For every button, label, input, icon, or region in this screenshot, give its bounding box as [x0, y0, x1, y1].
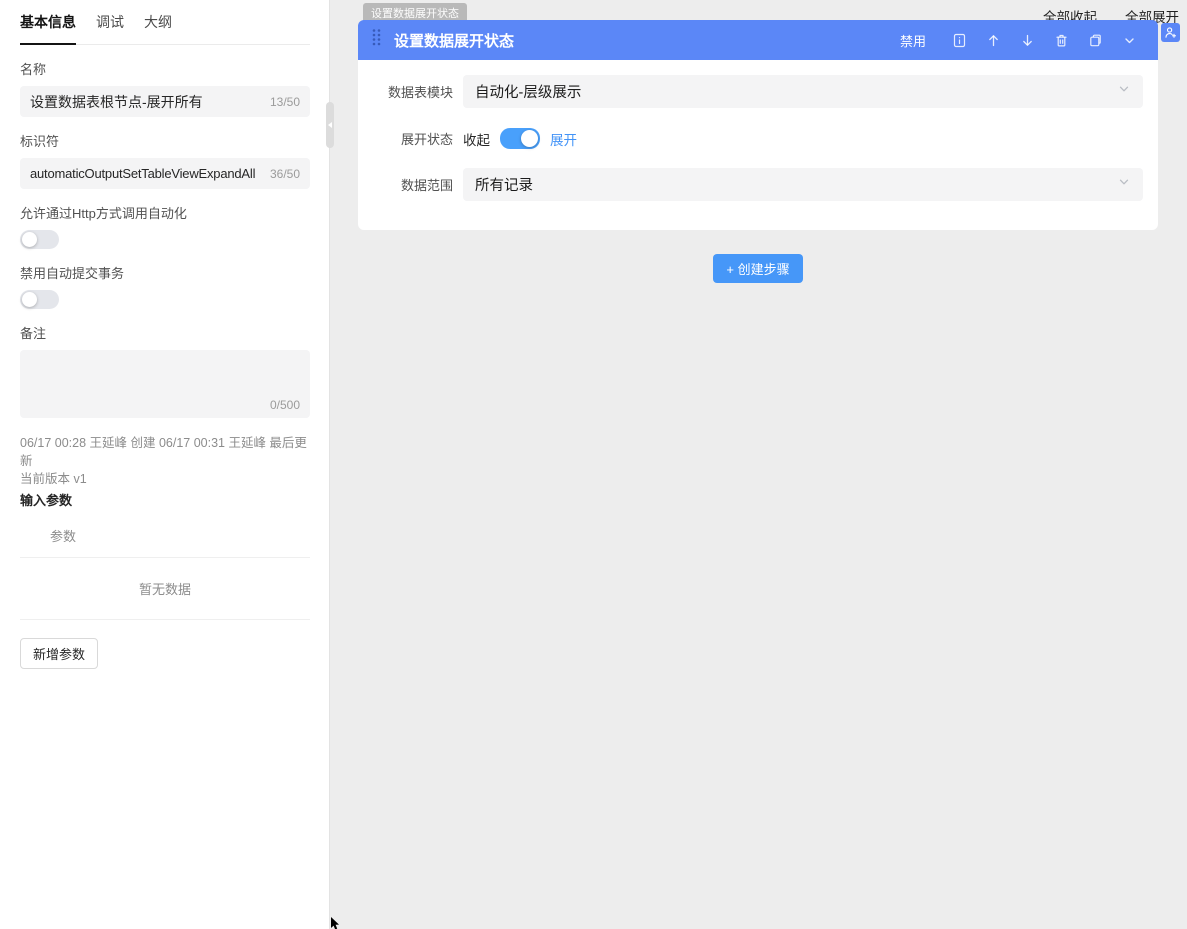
arrow-down-icon[interactable]: [1010, 33, 1044, 48]
drag-handle-icon[interactable]: [372, 28, 381, 52]
audit-meta-line2: 当前版本 v1: [20, 470, 310, 488]
form-row-data-scope: 数据范围 所有记录: [378, 149, 1143, 201]
add-param-button[interactable]: 新增参数: [20, 638, 98, 669]
name-label: 名称: [20, 59, 310, 78]
file-info-icon[interactable]: [942, 33, 976, 48]
create-step-wrap: + 创建步骤: [358, 254, 1158, 283]
expand-state-control: 收起 展开: [463, 128, 577, 149]
remark-counter: 0/500: [270, 398, 300, 412]
table-module-select[interactable]: 自动化-层级展示: [463, 75, 1143, 108]
arrow-up-icon[interactable]: [976, 33, 1010, 48]
toggle-off-text: 收起: [463, 129, 490, 149]
expand-state-toggle[interactable]: [500, 128, 540, 149]
toggle-knob: [521, 130, 538, 147]
form-row-expand-state: 展开状态 收起 展开: [378, 108, 1143, 149]
autocommit-toggle[interactable]: [20, 290, 59, 309]
collapse-arrow-icon: [328, 122, 332, 128]
name-input-value: 设置数据表根节点-展开所有: [30, 92, 266, 112]
remark-textarea[interactable]: 0/500: [20, 350, 310, 418]
step-card-header[interactable]: 设置数据展开状态 禁用: [358, 20, 1158, 60]
trash-icon[interactable]: [1044, 33, 1078, 48]
step-card-actions: 禁用: [900, 31, 1146, 50]
input-params-title: 输入参数: [20, 490, 310, 509]
tab-basic-info[interactable]: 基本信息: [20, 12, 76, 45]
autocommit-toggle-label: 禁用自动提交事务: [20, 263, 310, 282]
name-counter: 13/50: [270, 95, 300, 109]
tab-outline[interactable]: 大纲: [144, 12, 172, 44]
copy-icon[interactable]: [1078, 33, 1112, 48]
chevron-down-icon: [1117, 175, 1131, 194]
sidebar-tabs: 基本信息 调试 大纲: [20, 0, 310, 45]
params-empty-state: 暂无数据: [20, 558, 310, 620]
tab-debug[interactable]: 调试: [96, 12, 124, 44]
toggle-knob: [22, 292, 37, 307]
data-scope-label: 数据范围: [378, 175, 453, 194]
table-module-label: 数据表模块: [378, 82, 453, 101]
create-step-button[interactable]: + 创建步骤: [713, 254, 802, 283]
params-column-header: 参数: [20, 509, 310, 558]
data-scope-value: 所有记录: [475, 174, 1117, 195]
sidebar-collapse-handle[interactable]: [326, 102, 334, 148]
http-toggle[interactable]: [20, 230, 59, 249]
collaborator-add-button[interactable]: [1161, 23, 1180, 42]
step-card-body: 数据表模块 自动化-层级展示 展开状态 收起 展开: [358, 60, 1158, 230]
toggle-knob: [22, 232, 37, 247]
expand-state-label: 展开状态: [378, 129, 453, 148]
step-card: 设置数据展开状态 禁用: [358, 20, 1158, 230]
audit-meta: 06/17 00:28 王延峰 创建 06/17 00:31 王延峰 最后更新 …: [20, 434, 310, 488]
automation-canvas: 设置数据展开状态 全部收起 全部展开 设置数据展开状态 禁用: [330, 0, 1187, 929]
person-plus-icon: [1164, 26, 1177, 39]
name-input[interactable]: 设置数据表根节点-展开所有 13/50: [20, 86, 310, 117]
remark-label: 备注: [20, 323, 310, 342]
audit-meta-line1: 06/17 00:28 王延峰 创建 06/17 00:31 王延峰 最后更新: [20, 434, 310, 470]
mouse-cursor: [330, 917, 342, 929]
chevron-down-icon: [1117, 82, 1131, 101]
identifier-input-value: automaticOutputSetTableViewExpandAll: [30, 166, 266, 181]
properties-sidebar: 基本信息 调试 大纲 名称 设置数据表根节点-展开所有 13/50 标识符 au…: [0, 0, 330, 929]
table-module-value: 自动化-层级展示: [475, 81, 1117, 102]
identifier-label: 标识符: [20, 131, 310, 150]
http-toggle-label: 允许通过Http方式调用自动化: [20, 203, 310, 222]
toggle-on-text: 展开: [550, 129, 577, 149]
identifier-input[interactable]: automaticOutputSetTableViewExpandAll 36/…: [20, 158, 310, 189]
chevron-down-icon[interactable]: [1112, 34, 1146, 47]
step-card-title: 设置数据展开状态: [394, 30, 514, 51]
identifier-counter: 36/50: [270, 167, 300, 181]
form-row-table-module: 数据表模块 自动化-层级展示: [378, 60, 1143, 108]
disable-step-button[interactable]: 禁用: [900, 31, 926, 50]
data-scope-select[interactable]: 所有记录: [463, 168, 1143, 201]
